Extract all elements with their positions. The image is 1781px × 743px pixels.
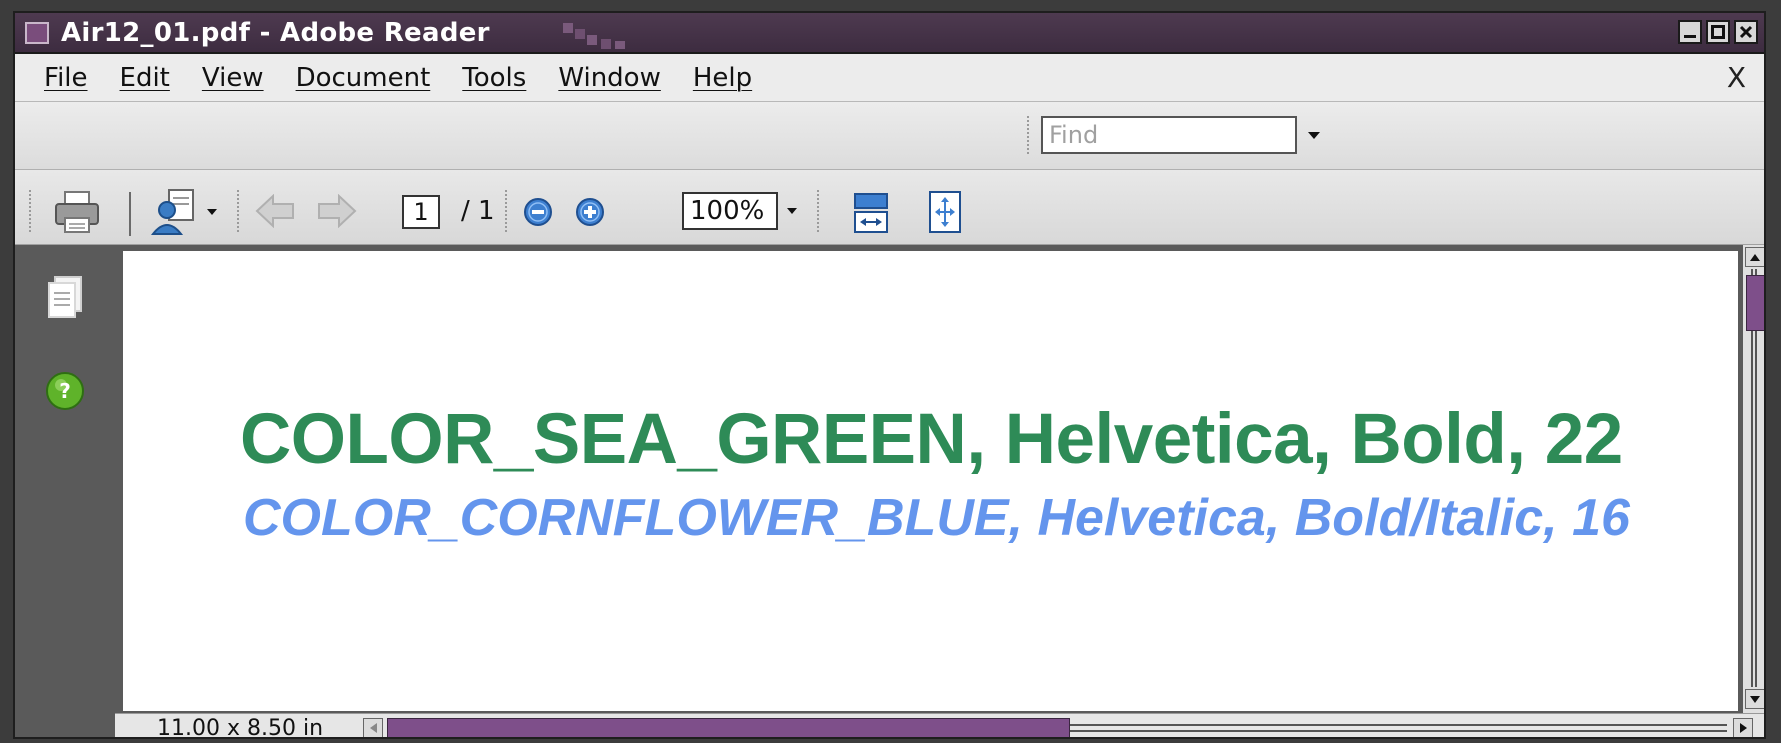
help-icon[interactable]: ? [45, 371, 85, 411]
find-toolbar [15, 102, 1764, 170]
vertical-scrollbar[interactable] [1743, 245, 1764, 713]
menu-window[interactable]: Window [558, 63, 661, 93]
menu-tools[interactable]: Tools [462, 63, 526, 93]
page-number-input[interactable]: 1 [402, 195, 440, 229]
minimize-button[interactable] [1678, 20, 1702, 44]
svg-text:?: ? [59, 379, 71, 403]
zoom-in-icon[interactable] [574, 196, 606, 228]
minimize-icon [1684, 35, 1696, 38]
menu-file[interactable]: File [44, 63, 88, 93]
document-line-sea-green: COLOR_SEA_GREEN, Helvetica, Bold, 22 [240, 400, 1623, 479]
vertical-scroll-track[interactable] [1751, 269, 1757, 687]
arrow-right-small-icon [1739, 723, 1747, 733]
menu-help[interactable]: Help [693, 63, 752, 93]
close-icon [1739, 25, 1753, 39]
fit-page-icon[interactable] [927, 190, 963, 234]
zoom-level-input[interactable]: 100% [682, 192, 778, 230]
menu-bar: File Edit View Document Tools Window Hel… [15, 54, 1764, 102]
navigation-panel: ? [15, 245, 123, 737]
arrow-left-icon[interactable] [255, 194, 295, 228]
document-line-cornflower-blue: COLOR_CORNFLOWER_BLUE, Helvetica, Bold/I… [243, 489, 1630, 547]
collaborate-icon[interactable] [151, 188, 201, 236]
scroll-down-button[interactable] [1745, 689, 1764, 709]
collaborate-dropdown-icon[interactable] [207, 209, 217, 216]
scroll-right-button[interactable] [1733, 718, 1753, 737]
arrow-left-small-icon [369, 723, 377, 733]
window-menu-icon[interactable] [25, 22, 49, 44]
reader-window: Air12_01.pdf - Adobe Reader File Edit Vi… [13, 11, 1766, 739]
printer-icon[interactable] [53, 190, 101, 236]
zoom-dropdown-icon[interactable] [787, 208, 797, 215]
titlebar-decoration-icon [563, 23, 625, 49]
toolbar-grip[interactable] [1027, 116, 1034, 154]
toolbar-separator [129, 192, 131, 236]
page-size-label: 11.00 x 8.50 in [157, 716, 324, 739]
vertical-scroll-thumb[interactable] [1746, 275, 1764, 331]
window-title: Air12_01.pdf - Adobe Reader [61, 18, 490, 48]
fit-width-icon[interactable] [851, 192, 891, 234]
document-viewport[interactable]: COLOR_SEA_GREEN, Helvetica, Bold, 22 COL… [123, 245, 1743, 713]
maximize-button[interactable] [1706, 20, 1730, 44]
close-document-button[interactable]: X [1727, 61, 1746, 94]
title-bar[interactable]: Air12_01.pdf - Adobe Reader [15, 13, 1764, 54]
pdf-page: COLOR_SEA_GREEN, Helvetica, Bold, 22 COL… [123, 251, 1738, 711]
menu-document[interactable]: Document [296, 63, 431, 93]
horizontal-scroll-thumb[interactable] [387, 718, 1070, 737]
scroll-up-button[interactable] [1745, 247, 1764, 267]
main-toolbar: 1 / 1 100% [15, 170, 1764, 245]
find-input[interactable] [1041, 116, 1297, 154]
arrow-up-icon [1750, 253, 1760, 261]
horizontal-scrollbar[interactable] [363, 718, 1753, 737]
menu-view[interactable]: View [202, 63, 264, 93]
scroll-left-button[interactable] [363, 718, 383, 737]
toolbar-grip[interactable] [817, 190, 824, 232]
page-total: / 1 [461, 196, 495, 226]
zoom-out-icon[interactable] [522, 196, 554, 228]
toolbar-grip[interactable] [29, 190, 36, 232]
close-window-button[interactable] [1734, 20, 1758, 44]
menu-edit[interactable]: Edit [120, 63, 170, 93]
pages-icon[interactable] [45, 275, 85, 321]
toolbar-grip[interactable] [237, 190, 244, 232]
find-dropdown-icon[interactable] [1308, 132, 1320, 140]
maximize-icon [1711, 25, 1725, 39]
status-bar: 11.00 x 8.50 in [115, 713, 1764, 739]
arrow-right-icon[interactable] [317, 194, 357, 228]
arrow-down-icon [1750, 695, 1760, 703]
toolbar-grip[interactable] [505, 190, 512, 232]
